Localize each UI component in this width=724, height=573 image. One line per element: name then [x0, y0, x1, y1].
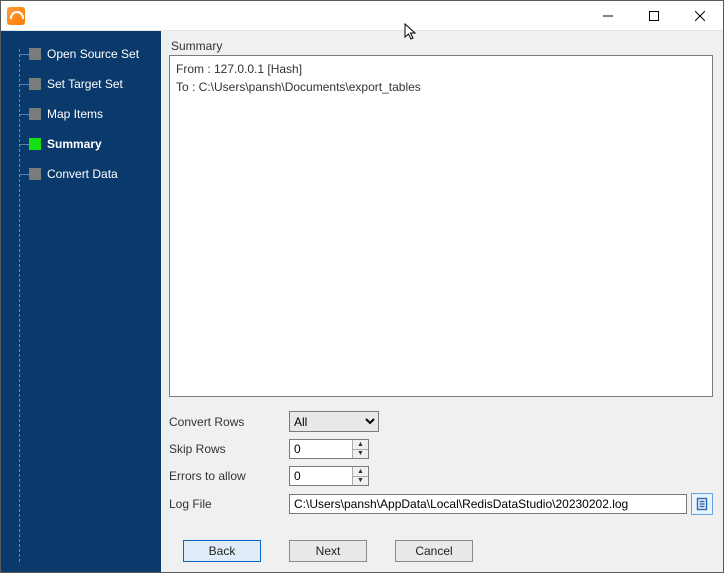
step-open-source-set[interactable]: Open Source Set	[1, 39, 161, 69]
step-map-items[interactable]: Map Items	[1, 99, 161, 129]
options-form: Convert Rows All Skip Rows ▲ ▼	[169, 411, 713, 522]
step-convert-data[interactable]: Convert Data	[1, 159, 161, 189]
wizard-sidebar: Open Source Set Set Target Set Map Items…	[1, 31, 161, 572]
summary-textarea[interactable]: From : 127.0.0.1 [Hash] To : C:\Users\pa…	[169, 55, 713, 397]
back-button[interactable]: Back	[183, 540, 261, 562]
title-bar	[1, 1, 723, 31]
minimize-button[interactable]	[585, 1, 631, 31]
wizard-window: Open Source Set Set Target Set Map Items…	[0, 0, 724, 573]
errors-to-allow-spinner[interactable]: ▲ ▼	[289, 466, 369, 486]
cancel-button-label: Cancel	[415, 544, 452, 558]
row-convert-rows: Convert Rows All	[169, 411, 713, 432]
step-indicator-icon	[29, 48, 41, 60]
row-errors-to-allow: Errors to allow ▲ ▼	[169, 466, 713, 486]
log-file-input[interactable]	[289, 494, 687, 514]
step-label: Summary	[47, 137, 102, 151]
cancel-button[interactable]: Cancel	[395, 540, 473, 562]
step-summary[interactable]: Summary	[1, 129, 161, 159]
step-indicator-icon	[29, 78, 41, 90]
convert-rows-select[interactable]: All	[289, 411, 379, 432]
close-button[interactable]	[677, 1, 723, 31]
step-label: Convert Data	[47, 167, 118, 181]
maximize-button[interactable]	[631, 1, 677, 31]
step-indicator-icon	[29, 108, 41, 120]
section-title: Summary	[171, 39, 713, 53]
step-set-target-set[interactable]: Set Target Set	[1, 69, 161, 99]
main-panel: Summary From : 127.0.0.1 [Hash] To : C:\…	[161, 31, 723, 572]
app-icon	[7, 7, 25, 25]
step-label: Set Target Set	[47, 77, 123, 91]
skip-rows-spinner[interactable]: ▲ ▼	[289, 439, 369, 459]
next-button-label: Next	[316, 544, 341, 558]
wizard-buttons: Back Next Cancel	[169, 540, 713, 562]
window-body: Open Source Set Set Target Set Map Items…	[1, 31, 723, 572]
spinner-down-icon[interactable]: ▼	[353, 450, 368, 459]
step-indicator-icon	[29, 168, 41, 180]
errors-to-allow-label: Errors to allow	[169, 469, 289, 483]
skip-rows-label: Skip Rows	[169, 442, 289, 456]
row-skip-rows: Skip Rows ▲ ▼	[169, 439, 713, 459]
errors-to-allow-input[interactable]	[290, 467, 352, 485]
next-button[interactable]: Next	[289, 540, 367, 562]
spinner-down-icon[interactable]: ▼	[353, 477, 368, 486]
skip-rows-input[interactable]	[290, 440, 352, 458]
step-label: Open Source Set	[47, 47, 139, 61]
document-icon	[695, 497, 709, 511]
row-log-file: Log File	[169, 493, 713, 515]
spinner-up-icon[interactable]: ▲	[353, 467, 368, 477]
log-file-label: Log File	[169, 497, 289, 511]
back-button-label: Back	[209, 544, 236, 558]
browse-log-button[interactable]	[691, 493, 713, 515]
spinner-up-icon[interactable]: ▲	[353, 440, 368, 450]
step-label: Map Items	[47, 107, 103, 121]
step-indicator-icon	[29, 138, 41, 150]
convert-rows-label: Convert Rows	[169, 415, 289, 429]
